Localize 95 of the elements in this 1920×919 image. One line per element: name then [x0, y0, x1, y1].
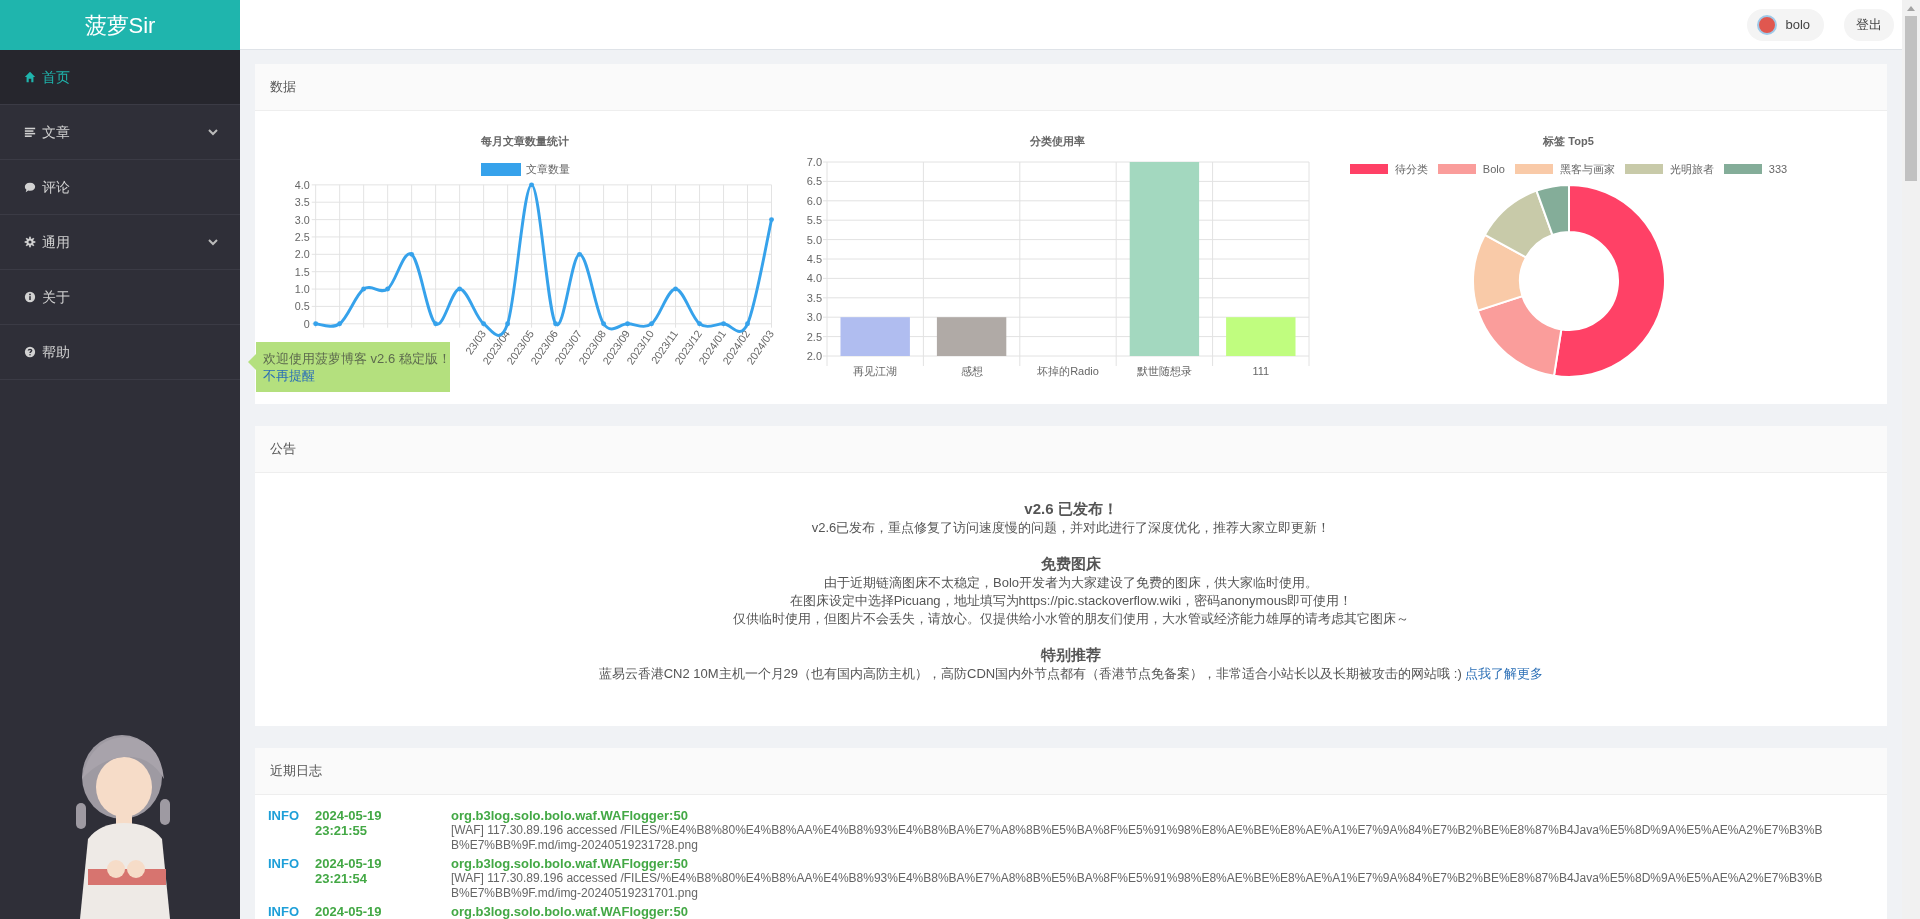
log-message: [WAF] 117.30.89.196 accessed /FILES/%E4%B8%80%E4%B8%AA%E4%B8%93%E4%B8%BA%E7%A8%8B%E5%BA%8F%E5%91%98%E8%AE%BE%E8%AE%A1%E7%9A%84%E7%B2%BE%E8%87%B4Java%E5%8D%9A%E5%AE%A2%E7%B3%BB%E7%BB%9F.md/img-20240519231728.png	[451, 823, 1824, 853]
popup-message: 欢迎使用菠萝博客 v2.6 稳定版！	[263, 350, 443, 367]
data-point	[385, 286, 391, 292]
info-icon	[24, 291, 36, 303]
chart-title: 标签 Top5	[1543, 134, 1594, 149]
data-point	[505, 321, 511, 327]
data-point	[553, 321, 559, 327]
legend-label: 333	[1768, 161, 1788, 177]
axis-label: 0	[303, 317, 310, 330]
help-icon	[24, 346, 36, 358]
axis-label: 6.5	[806, 175, 822, 188]
data-point	[649, 321, 654, 327]
legend-label: 待分类	[1394, 161, 1428, 177]
axis-label: 默世随想录	[1136, 365, 1192, 377]
scroll-up-icon[interactable]	[1906, 4, 1916, 12]
legend-label: Bolo	[1482, 161, 1505, 177]
data-point	[769, 217, 774, 223]
log-source: org.b3log.solo.bolo.waf.WAFlogger:50	[451, 904, 689, 919]
log-level: INFO	[268, 904, 301, 919]
axis-label: 1.0	[294, 282, 310, 295]
notice-text: 在图床设定中选择Picuang，地址填写为https://pic.stackoverflow.wiki，密码anonymous即可使用！	[789, 592, 1353, 610]
axis-label: 0.5	[294, 300, 310, 313]
log-date: 2024-05-19	[315, 904, 383, 919]
data-point	[577, 251, 582, 257]
dismiss-link[interactable]: 不再提醒	[263, 367, 315, 384]
axis-label: 再见江湖	[853, 365, 898, 377]
data-point	[433, 321, 439, 327]
list-icon	[24, 126, 36, 138]
chart-title: 每月文章数量统计	[481, 134, 569, 149]
axis-label: 4.0	[806, 272, 822, 285]
axis-label: 3.0	[806, 311, 822, 324]
notice-text: 仅供临时使用，但图片不会丢失，请放心。仅提供给小水管的朋友们使用，大水管或经济能力雄厚的请考虑其它图床～	[733, 610, 1409, 628]
log-source: org.b3log.solo.bolo.waf.WAFlogger:50	[451, 856, 689, 871]
more-link[interactable]: 点我了解更多	[1465, 666, 1544, 681]
axis-label: 7.0	[806, 156, 822, 168]
axis-label: 坏掉的Radio	[1037, 365, 1099, 377]
data-point	[697, 321, 702, 327]
chart-title: 分类使用率	[1030, 134, 1085, 149]
axis-label: 5.0	[806, 233, 822, 246]
legend-label: 文章数量	[525, 161, 570, 177]
notice-heading: 特别推荐	[1041, 645, 1101, 665]
axis-label: 5.5	[806, 214, 822, 227]
log-time: 23:21:54	[315, 871, 369, 886]
settings-icon	[24, 236, 36, 248]
axis-label: 6.0	[806, 194, 822, 207]
card-title: 公告	[255, 426, 1887, 473]
axis-label: 111	[1252, 365, 1270, 377]
data-point	[601, 321, 606, 327]
axis-label: 2.5	[806, 330, 822, 343]
data-point	[481, 321, 487, 327]
log-level: INFO	[268, 856, 301, 873]
card-title: 近期日志	[255, 748, 1887, 795]
data-point	[337, 321, 343, 327]
data-point	[745, 321, 750, 327]
card-title: 数据	[255, 64, 1887, 111]
home-icon	[24, 71, 36, 83]
notice-text: 蓝易云香港CN2 10M主机一个月29（也有国内高防主机），高防CDN国内外节点都有（香港节点免备案），非常适合小站长以及长期被攻击的网站哦 :) 点我了解更多	[598, 665, 1544, 683]
axis-label: 2.0	[806, 350, 822, 362]
axis-label: 4.5	[806, 253, 822, 265]
data-point	[313, 321, 319, 327]
avatar	[1757, 14, 1778, 35]
axis-label: 2.5	[294, 230, 310, 243]
scrollbar-thumb[interactable]	[1905, 16, 1917, 181]
axis-label: 3.0	[294, 213, 310, 226]
chevron-down-icon	[208, 128, 218, 136]
data-point	[409, 251, 415, 257]
log-level: INFO	[268, 808, 301, 825]
log-date: 2024-05-19	[315, 856, 383, 871]
axis-label: 4.0	[294, 179, 310, 191]
legend-label: 黑客与画家	[1559, 161, 1615, 177]
log-source: org.b3log.solo.bolo.waf.WAFlogger:50	[451, 808, 689, 823]
axis-label: 3.5	[806, 291, 822, 304]
notice-heading: 免费图床	[1041, 554, 1101, 574]
notice-text: 由于近期链滴图床不太稳定，Bolo开发者为大家建设了免费的图床，供大家临时使用。	[824, 574, 1318, 592]
notice-text: v2.6已发布，重点修复了访问速度慢的问题，并对此进行了深度优化，推荐大家立即更新！	[811, 519, 1331, 537]
data-point	[673, 286, 678, 292]
legend-label: 光明旅者	[1669, 161, 1714, 177]
data-point	[361, 286, 367, 292]
log-message: [WAF] 117.30.89.196 accessed /FILES/%E4%B8%80%E4%B8%AA%E4%B8%93%E4%B8%BA%E7%A8%8B%E5%BA%8F%E5%91%98%E8%AE%BE%E8%AE%A1%E7%9A%84%E7%B2%BE%E8%87%B4Java%E5%8D%9A%E5%AE%A2%E7%B3%BB%E7%BB%9F.md/img-20240519231701.png	[451, 871, 1824, 901]
axis-label: 1.5	[294, 265, 310, 278]
comment-icon	[24, 181, 36, 193]
axis-label: 感想	[960, 365, 983, 377]
data-point	[457, 286, 463, 292]
log-date: 2024-05-19	[315, 808, 383, 823]
data-point	[625, 321, 630, 327]
notice-heading: v2.6 已发布！	[1024, 499, 1118, 519]
log-time: 23:21:55	[315, 823, 369, 838]
axis-label: 3.5	[294, 196, 310, 209]
nav-item[interactable]: 首页	[0, 50, 240, 105]
logout-button[interactable]: 登出	[1844, 8, 1894, 41]
data-point	[721, 321, 726, 327]
axis-label: 2.0	[294, 248, 310, 261]
user-menu[interactable]: bolo	[1747, 8, 1824, 41]
chevron-down-icon	[208, 238, 218, 246]
data-point	[529, 182, 535, 188]
